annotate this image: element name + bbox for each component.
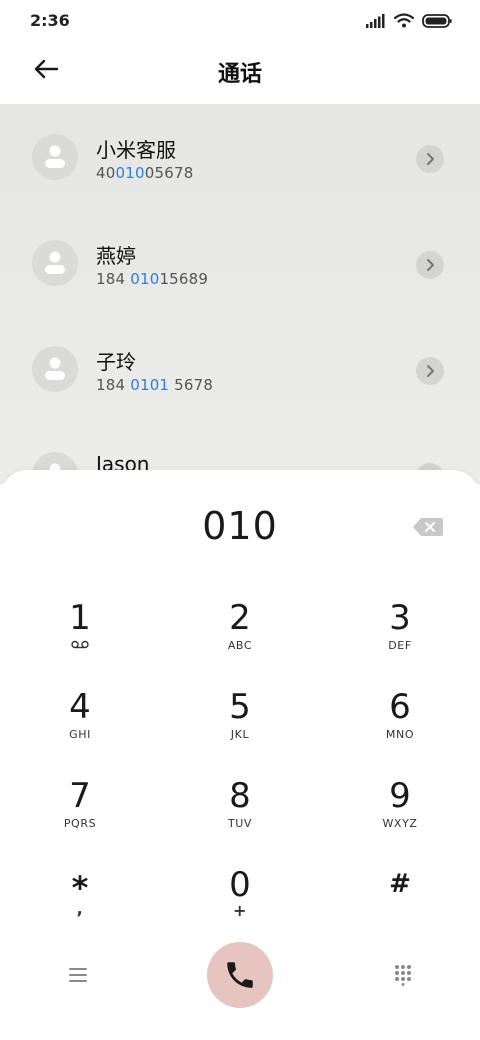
phone-icon xyxy=(227,962,253,988)
battery-icon xyxy=(422,13,452,28)
avatar xyxy=(32,346,78,392)
key-hash[interactable]: # xyxy=(340,865,460,945)
call-button[interactable] xyxy=(207,942,273,1008)
person-icon xyxy=(45,357,65,380)
chevron-right-icon xyxy=(427,259,434,271)
wifi-icon xyxy=(394,13,414,28)
key-4[interactable]: 4 GHI xyxy=(20,687,140,767)
contact-list: 小米客服 4001005678 燕婷 184 01015689 子玲 184 0… xyxy=(0,104,480,484)
contact-number: 184 01015689 xyxy=(96,270,209,288)
avatar xyxy=(32,134,78,180)
contact-detail-button[interactable] xyxy=(416,145,444,173)
menu-button[interactable] xyxy=(58,959,98,991)
status-bar: 2:36 xyxy=(0,0,480,40)
dialpad-panel: 010 1 2 ABC 3 DEF 4 GHI 5 JKL 6 MNO 7 PQ… xyxy=(0,470,480,1040)
keypad-toggle-button[interactable] xyxy=(383,955,423,995)
contact-detail-button[interactable] xyxy=(416,251,444,279)
signal-icon xyxy=(366,13,385,28)
dialed-number-display[interactable]: 010 xyxy=(0,504,480,548)
keypad-icon xyxy=(395,965,411,986)
contact-row[interactable]: 子玲 184 0101 5678 xyxy=(0,316,480,422)
contact-name: 燕婷 xyxy=(96,244,136,268)
person-icon xyxy=(45,251,65,274)
voicemail-icon xyxy=(71,640,89,649)
key-7[interactable]: 7 PQRS xyxy=(20,776,140,856)
key-8[interactable]: 8 TUV xyxy=(180,776,300,856)
backspace-icon xyxy=(413,518,443,536)
menu-icon xyxy=(69,968,87,982)
key-9[interactable]: 9 WXYZ xyxy=(340,776,460,856)
key-5[interactable]: 5 JKL xyxy=(180,687,300,767)
chevron-right-icon xyxy=(427,153,434,165)
status-icons xyxy=(366,13,452,28)
key-1[interactable]: 1 xyxy=(20,598,140,678)
contact-row[interactable]: 燕婷 184 01015689 xyxy=(0,210,480,316)
contact-number: 184 0101 5678 xyxy=(96,376,214,394)
contact-detail-button[interactable] xyxy=(416,357,444,385)
contact-row[interactable]: 小米客服 4001005678 xyxy=(0,104,480,210)
contact-number: 4001005678 xyxy=(96,164,194,182)
page-title: 通话 xyxy=(217,62,262,87)
backspace-button[interactable] xyxy=(412,516,444,538)
avatar xyxy=(32,240,78,286)
contact-name: 小米客服 xyxy=(96,138,176,162)
key-3[interactable]: 3 DEF xyxy=(340,598,460,678)
key-2[interactable]: 2 ABC xyxy=(180,598,300,678)
chevron-right-icon xyxy=(427,365,434,377)
key-star[interactable]: * , xyxy=(20,865,140,945)
key-6[interactable]: 6 MNO xyxy=(340,687,460,767)
header: 通话 xyxy=(0,40,480,104)
contact-name: 子玲 xyxy=(96,350,136,374)
key-0[interactable]: 0 + xyxy=(180,865,300,945)
person-icon xyxy=(45,145,65,168)
status-time: 2:36 xyxy=(30,11,70,30)
